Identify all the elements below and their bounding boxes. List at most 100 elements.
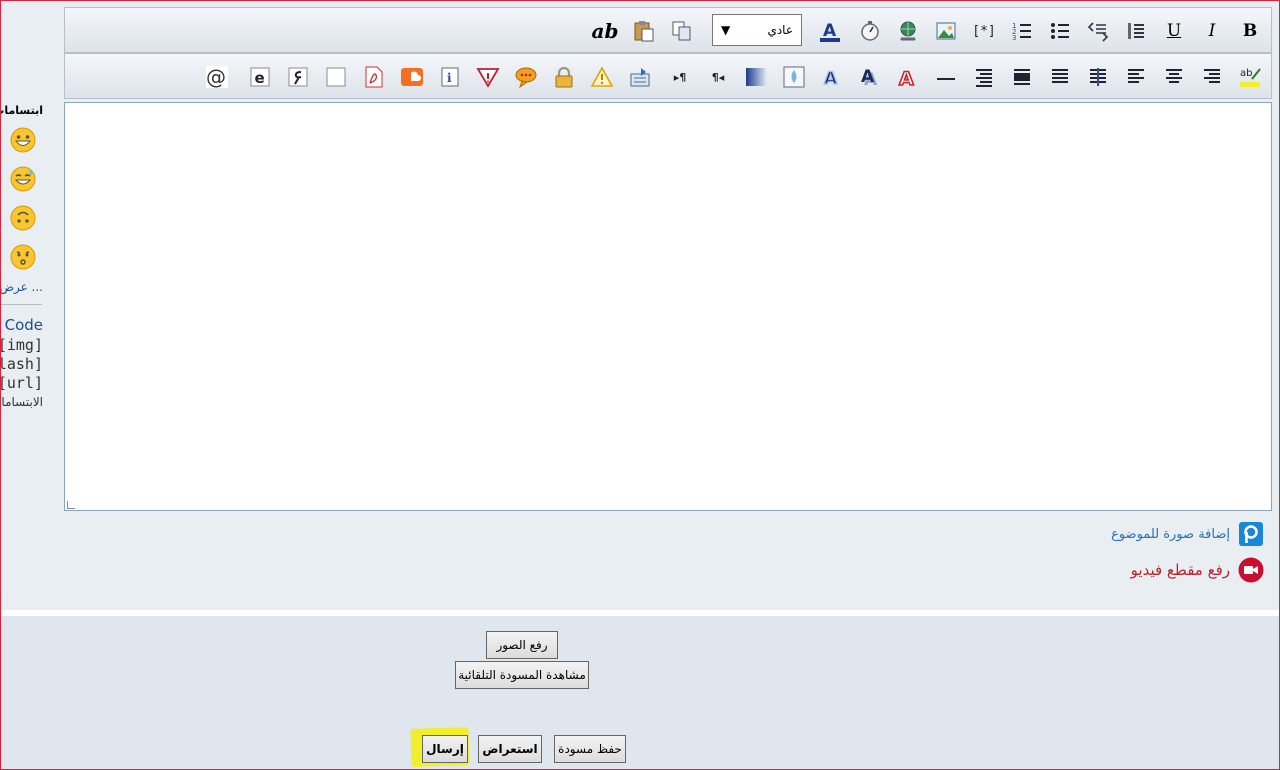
- gradient-button[interactable]: [742, 63, 770, 91]
- font-glow-button[interactable]: A: [818, 63, 846, 91]
- align-center-button[interactable]: [1160, 63, 1188, 91]
- font-size-value: عادي: [767, 23, 793, 37]
- indent-icon: [1128, 23, 1144, 39]
- italic-button[interactable]: I: [1198, 17, 1226, 45]
- speech-bubble-button[interactable]: [512, 63, 540, 91]
- numbered-list-button[interactable]: 123: [1008, 17, 1036, 45]
- svg-text:3: 3: [1012, 34, 1016, 42]
- bracket-star-icon: [*]: [972, 23, 996, 39]
- ltr-button[interactable]: ▸¶: [666, 63, 694, 91]
- code-tag-link[interactable]: Code: [5, 316, 43, 334]
- lock-icon: [555, 66, 573, 88]
- font-outline-icon: A: [898, 67, 915, 89]
- copy-icon: [672, 21, 691, 41]
- save-draft-button[interactable]: حفظ مسودة: [554, 735, 626, 763]
- block-quote-button[interactable]: [1008, 63, 1036, 91]
- underline-button[interactable]: U: [1160, 17, 1188, 45]
- dropdown-arrow-icon: ▼: [721, 23, 731, 37]
- resize-grip-icon[interactable]: [67, 501, 75, 509]
- arabic-char-icon: [288, 67, 308, 87]
- globe-link-icon: [900, 21, 916, 41]
- font-color-button[interactable]: A: [816, 17, 844, 45]
- underline-icon: U: [1166, 21, 1182, 41]
- list-item-button[interactable]: [*]: [970, 17, 998, 45]
- paste-icon: [634, 21, 654, 42]
- smilies-sidebar: ابتسامات عرض ... Code [img] flash] [url]…: [0, 100, 44, 420]
- upside-down-face-icon[interactable]: [9, 204, 37, 232]
- explorer-button[interactable]: e: [246, 63, 274, 91]
- spellcheck-button[interactable]: ab: [1236, 63, 1264, 91]
- alert-button[interactable]: [474, 63, 502, 91]
- warning-icon: [590, 66, 614, 87]
- upload-video-link[interactable]: رفع مقطع فيديو: [1131, 561, 1230, 579]
- hide-content-button[interactable]: [550, 63, 578, 91]
- font-outline-button[interactable]: A: [894, 63, 922, 91]
- view-autosave-button[interactable]: مشاهدة المسودة التلقائية: [455, 661, 589, 689]
- align-full-icon: [1052, 69, 1068, 83]
- video-camera-icon: [1238, 557, 1264, 583]
- add-photo-row[interactable]: إضافة صورة للموضوع: [1111, 521, 1264, 547]
- img-tag[interactable]: [img]: [0, 336, 43, 354]
- font-size-select[interactable]: ▼ عادي: [712, 14, 802, 46]
- font-glow-icon: A: [823, 68, 838, 89]
- paste-button[interactable]: [630, 17, 658, 45]
- grinning-face-icon[interactable]: [9, 126, 37, 154]
- add-photo-link[interactable]: إضافة صورة للموضوع: [1111, 527, 1230, 542]
- message-textarea[interactable]: [64, 102, 1272, 511]
- arabic-char-button[interactable]: [284, 63, 312, 91]
- info-button[interactable]: i: [436, 63, 464, 91]
- submit-button[interactable]: إرسال: [422, 735, 468, 763]
- rtl-button[interactable]: ¶◂: [704, 63, 732, 91]
- reply-quote-button[interactable]: [626, 63, 654, 91]
- copy-button[interactable]: [668, 17, 696, 45]
- more-smilies-link[interactable]: عرض ...: [0, 280, 43, 294]
- warning-button[interactable]: [588, 63, 616, 91]
- insert-image-button[interactable]: [932, 17, 960, 45]
- svg-text:@: @: [206, 65, 226, 89]
- horizontal-rule-icon: [937, 78, 955, 80]
- soundcloud-button[interactable]: [398, 63, 426, 91]
- bullet-list-icon: [1051, 23, 1069, 39]
- gradient-icon: [746, 68, 766, 86]
- spellcheck-icon: ab: [1240, 68, 1261, 87]
- kissing-face-icon[interactable]: [9, 243, 37, 271]
- code-icon: [1087, 22, 1109, 42]
- font-shadow-button[interactable]: AA: [856, 63, 884, 91]
- insert-link-button[interactable]: [894, 17, 922, 45]
- justify-button[interactable]: [1084, 63, 1112, 91]
- sweat-smile-icon[interactable]: [9, 165, 37, 193]
- remove-format-button[interactable]: ab: [591, 17, 619, 45]
- numbered-list-icon: 123: [1012, 22, 1031, 42]
- svg-text:ab: ab: [1240, 68, 1252, 79]
- justify-icon: [1090, 68, 1106, 86]
- svg-text:A: A: [861, 67, 875, 87]
- align-indent-icon: [976, 69, 992, 87]
- timestamp-button[interactable]: [856, 17, 884, 45]
- mention-button[interactable]: @: [203, 63, 231, 91]
- indent-button[interactable]: [1122, 17, 1150, 45]
- flash-tag[interactable]: flash]: [0, 355, 43, 373]
- align-left-button[interactable]: [1122, 63, 1150, 91]
- blank-box-button[interactable]: [322, 63, 350, 91]
- image-icon: [936, 22, 956, 40]
- align-full-button[interactable]: [1046, 63, 1074, 91]
- align-right-button[interactable]: [1198, 63, 1226, 91]
- code-block-button[interactable]: [1084, 17, 1112, 45]
- smilies-title: ابتسامات: [0, 104, 43, 117]
- reply-icon: [630, 68, 650, 87]
- water-effect-button[interactable]: [780, 63, 808, 91]
- upload-images-button[interactable]: رفع الصور: [486, 631, 558, 659]
- align-left-icon: [1128, 69, 1144, 83]
- editor-toolbar-bottom: ab A AA A ¶◂ ▸¶ i e @: [64, 53, 1272, 99]
- bold-button[interactable]: B: [1236, 17, 1264, 45]
- url-tag[interactable]: [url]: [0, 374, 43, 392]
- upload-video-row[interactable]: رفع مقطع فيديو: [1131, 557, 1264, 583]
- smilies-tag[interactable]: الابتسامات: [0, 395, 43, 409]
- preview-button[interactable]: استعراض: [478, 735, 542, 763]
- align-indent-button[interactable]: [970, 63, 998, 91]
- bold-icon: B: [1242, 21, 1258, 41]
- font-color-icon: A: [820, 21, 840, 42]
- horizontal-rule-button[interactable]: [932, 63, 960, 91]
- pdf-button[interactable]: [360, 63, 388, 91]
- bullet-list-button[interactable]: [1046, 17, 1074, 45]
